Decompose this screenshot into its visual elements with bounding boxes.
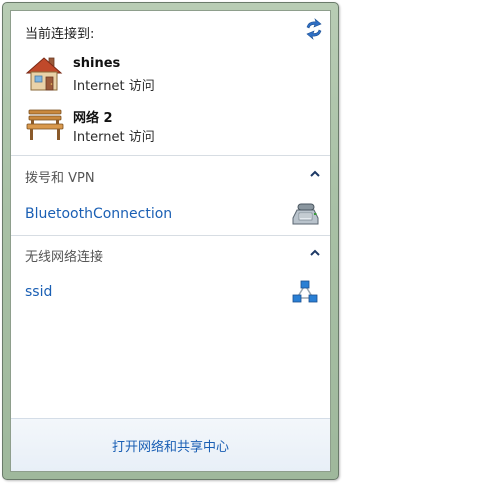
section-title: 无线网络连接 <box>25 250 104 265</box>
network-item-ssid[interactable]: ssid <box>11 275 330 311</box>
network-label: ssid <box>25 284 53 300</box>
section-header-wireless[interactable]: 无线网络连接 <box>11 237 330 271</box>
currently-connected-title: 当前连接到: <box>25 27 95 42</box>
connection-item-shines: shines Internet 访问 <box>11 51 330 97</box>
flyout-header: 当前连接到: <box>11 11 330 49</box>
connection-status: Internet 访问 <box>73 79 155 94</box>
adhoc-network-icon <box>292 280 318 303</box>
separator <box>11 155 330 156</box>
chevron-up-icon <box>310 249 320 256</box>
flyout-footer: 打开网络和共享中心 <box>11 418 330 471</box>
open-network-sharing-center-link[interactable]: 打开网络和共享中心 <box>11 436 330 455</box>
section-title: 拨号和 VPN <box>25 171 95 186</box>
network-label: BluetoothConnection <box>25 206 173 222</box>
refresh-icon <box>306 18 322 40</box>
home-network-icon <box>25 57 63 91</box>
connection-status: Internet 访问 <box>73 130 155 145</box>
refresh-button[interactable] <box>304 18 324 40</box>
separator <box>11 235 330 236</box>
network-flyout-window: 当前连接到: shines Internet 访问 网络 2 Internet … <box>2 2 339 480</box>
connection-name: 网络 2 <box>73 111 113 126</box>
network-item-bluetoothconnection[interactable]: BluetoothConnection <box>11 197 330 233</box>
network-flyout-panel: 当前连接到: shines Internet 访问 网络 2 Internet … <box>10 10 331 472</box>
public-network-bench-icon <box>26 109 64 140</box>
page: 当前连接到: shines Internet 访问 网络 2 Internet … <box>0 0 482 484</box>
connection-name: shines <box>73 56 121 71</box>
chevron-up-icon <box>310 170 320 177</box>
connection-item-network-2: 网络 2 Internet 访问 <box>11 102 330 148</box>
section-header-dialup-vpn[interactable]: 拨号和 VPN <box>11 158 330 192</box>
dialup-modem-icon <box>292 203 319 225</box>
